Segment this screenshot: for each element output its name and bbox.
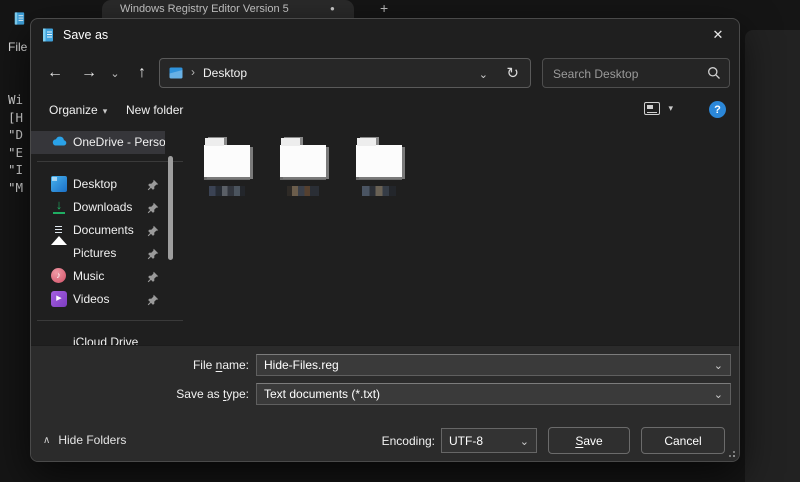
save-button[interactable]: Save [548, 427, 630, 454]
chevron-up-icon: ∧ [43, 435, 50, 446]
views-button[interactable]: ▾ [644, 102, 673, 115]
hide-folders-button[interactable]: ∧ Hide Folders [43, 433, 126, 447]
sidebar-item-label: Desktop [73, 177, 117, 191]
chevron-down-icon[interactable]: ⌄ [714, 388, 723, 401]
close-button[interactable]: ✕ [697, 19, 739, 51]
folder-item-redacted[interactable] [201, 137, 253, 196]
search-icon[interactable] [707, 66, 721, 85]
sidebar-divider [37, 320, 183, 321]
sidebar-item-downloads[interactable]: ↓ Downloads [31, 196, 179, 219]
folder-item-redacted[interactable] [277, 137, 329, 196]
organize-button[interactable]: Organize ▾ [49, 103, 107, 117]
notepad-tab[interactable]: Windows Registry Editor Version 5 [102, 0, 354, 18]
address-bar[interactable]: › Desktop ⌄ ↻ [159, 58, 531, 88]
search-box[interactable] [542, 58, 730, 88]
sidebar-item-pictures[interactable]: Pictures [31, 242, 179, 265]
breadcrumb-separator: › [191, 65, 195, 79]
notepad-icon [12, 11, 27, 31]
music-icon: ♪ [51, 268, 66, 283]
dialog-title: Save as [63, 28, 108, 42]
sidebar-item-videos[interactable]: ▶ Videos [31, 288, 179, 311]
save-as-type-label: Save as type: [31, 387, 249, 401]
refresh-icon[interactable]: ↻ [506, 64, 519, 82]
notepad-tab-title: Windows Registry Editor Version 5 [120, 3, 289, 15]
notepad-body-edge [745, 30, 800, 482]
hide-folders-label: Hide Folders [58, 433, 126, 447]
encoding-value: UTF-8 [449, 434, 483, 448]
file-name-label: File name: [31, 358, 249, 372]
sidebar-item-label: Downloads [73, 200, 132, 214]
new-folder-button[interactable]: New folder [126, 103, 183, 117]
file-name-input[interactable]: Hide-Files.reg ⌄ [256, 354, 731, 376]
screen: Windows Registry Editor Version 5 ● + Fi… [0, 0, 800, 482]
save-as-type-select[interactable]: Text documents (*.txt) ⌄ [256, 383, 731, 405]
unsaved-dot-icon: ● [330, 4, 335, 13]
redacted-label [209, 186, 245, 196]
desktop-location-icon [168, 65, 184, 86]
organize-label: Organize [49, 103, 98, 117]
desktop-icon [51, 176, 67, 192]
save-as-dialog: Save as ✕ ← → ⌄ ↑ › Desktop ⌄ ↻ Organize… [30, 18, 740, 462]
redacted-label [287, 186, 319, 196]
help-button[interactable]: ? [709, 101, 726, 118]
search-input[interactable] [551, 60, 700, 88]
folder-item-redacted[interactable] [353, 137, 405, 196]
new-tab-button[interactable]: + [380, 0, 388, 16]
resize-grip[interactable] [726, 448, 736, 458]
folder-icon [204, 145, 250, 177]
chevron-down-icon[interactable]: ⌄ [714, 359, 723, 372]
footer-panel: File name: Hide-Files.reg ⌄ Save as type… [31, 345, 739, 461]
save-as-type-value: Text documents (*.txt) [264, 387, 380, 401]
label-text: ype: [226, 387, 249, 401]
pin-icon [147, 247, 159, 265]
encoding-select[interactable]: UTF-8 ⌄ [441, 428, 537, 453]
pin-icon [147, 293, 159, 311]
redacted-label [362, 186, 396, 196]
label-text: ave [583, 434, 602, 448]
back-button[interactable]: ← [41, 58, 69, 88]
pin-icon [147, 224, 159, 242]
videos-icon: ▶ [51, 291, 67, 307]
notepad-icon [40, 27, 56, 48]
pin-icon [147, 270, 159, 288]
file-menu[interactable]: File [8, 40, 27, 54]
onedrive-cloud-icon [51, 134, 67, 150]
forward-button[interactable]: → [75, 58, 103, 88]
file-name-value: Hide-Files.reg [264, 358, 339, 372]
up-button[interactable]: ↑ [129, 58, 155, 88]
recent-locations-button[interactable]: ⌄ [105, 58, 125, 88]
sidebar-item-music[interactable]: ♪ Music [31, 265, 179, 288]
label-mnemonic: S [575, 434, 583, 448]
label-text: ame: [222, 358, 249, 372]
sidebar-item-label: Pictures [73, 246, 116, 260]
label-text: File [193, 358, 216, 372]
breadcrumb-location[interactable]: Desktop [203, 66, 247, 80]
cancel-button[interactable]: Cancel [641, 427, 725, 454]
chevron-down-icon: ▾ [103, 106, 108, 116]
sidebar-item-onedrive[interactable]: OneDrive - Personal [31, 131, 165, 154]
folder-icon [280, 145, 326, 177]
encoding-label: Encoding: [329, 434, 435, 448]
label-text: Save as [176, 387, 223, 401]
pin-icon [147, 178, 159, 196]
sidebar-item-desktop[interactable]: Desktop [31, 173, 179, 196]
sidebar-item-label: Videos [73, 292, 109, 306]
address-dropdown-icon[interactable]: ⌄ [479, 68, 488, 81]
editor-text: Wi [H "D "E "I "M [8, 91, 23, 196]
chevron-down-icon[interactable]: ⌄ [520, 435, 529, 448]
sidebar-item-label: OneDrive - Personal [73, 135, 165, 149]
downloads-icon: ↓ [53, 199, 65, 214]
sidebar-divider [37, 161, 183, 162]
sidebar-item-label: Music [73, 269, 104, 283]
folder-icon [356, 145, 402, 177]
sidebar-item-label: Documents [73, 223, 134, 237]
sidebar-scrollbar[interactable] [168, 156, 173, 260]
chevron-down-icon: ▾ [668, 103, 673, 114]
view-mode-icon [644, 102, 660, 115]
pin-icon [147, 201, 159, 219]
